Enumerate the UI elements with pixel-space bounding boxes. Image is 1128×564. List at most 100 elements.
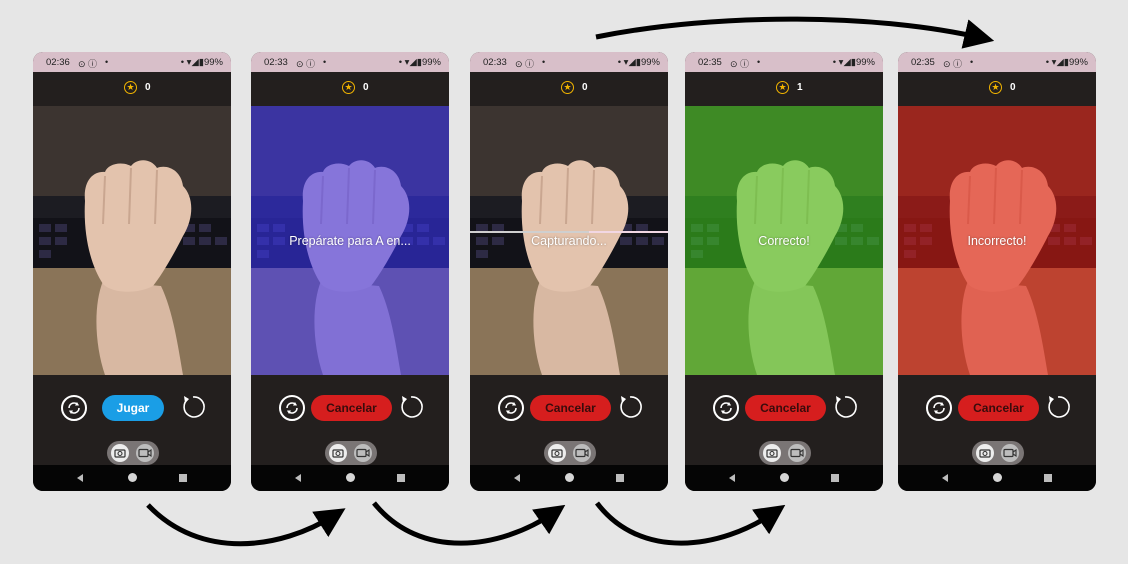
star-circle-icon: ★	[342, 81, 355, 94]
rotate-camera-icon[interactable]	[279, 395, 305, 421]
recent-apps-icon[interactable]	[179, 474, 187, 482]
camera-preview	[33, 106, 231, 375]
control-panel: Cancelar	[470, 375, 668, 465]
back-icon[interactable]	[77, 474, 83, 482]
status-bar: 02:35 ⊙ ⓘ • • ▾◢▮99%	[898, 52, 1096, 72]
camera-preview: Correcto!	[685, 106, 883, 375]
recent-apps-icon[interactable]	[831, 474, 839, 482]
status-dot: •	[180, 57, 185, 68]
status-bar: 02:35 ⊙ ⓘ • • ▾◢▮99%	[685, 52, 883, 72]
rotate-camera-icon[interactable]	[926, 395, 952, 421]
camera-icon[interactable]	[763, 444, 781, 462]
score-bar: ★ 0	[898, 72, 1096, 106]
signal-icon: ▾◢▮	[1051, 57, 1069, 68]
status-dot: •	[105, 57, 109, 67]
cancel-button[interactable]: Cancelar	[958, 395, 1039, 421]
nav-bar	[251, 465, 449, 491]
capture-mode-toggle	[107, 441, 159, 465]
reset-icon[interactable]	[1044, 393, 1072, 421]
cancel-button[interactable]: Cancelar	[745, 395, 826, 421]
status-message: Correcto!	[758, 234, 810, 248]
control-panel: Cancelar	[685, 375, 883, 465]
back-icon[interactable]	[942, 474, 948, 482]
status-time: 02:33	[264, 57, 288, 68]
recent-apps-icon[interactable]	[397, 474, 405, 482]
video-icon[interactable]	[788, 444, 806, 462]
nav-bar	[685, 465, 883, 491]
camera-icon[interactable]	[976, 444, 994, 462]
cancel-button[interactable]: Cancelar	[311, 395, 392, 421]
battery-level: 99%	[855, 57, 875, 68]
arrow-3-to-4	[595, 501, 786, 546]
status-right: • ▾◢▮99%	[618, 57, 660, 68]
reset-icon[interactable]	[179, 393, 207, 421]
status-dot: •	[542, 57, 546, 67]
score-bar: ★ 0	[33, 72, 231, 106]
rotate-camera-icon[interactable]	[498, 395, 524, 421]
notification-icon: ⊙ ⓘ	[296, 59, 316, 69]
back-icon[interactable]	[514, 474, 520, 482]
video-icon[interactable]	[1001, 444, 1019, 462]
home-icon[interactable]	[993, 473, 1002, 482]
home-icon[interactable]	[346, 473, 355, 482]
phone-screen-ready: 02:36 ⊙ ⓘ • • ▾◢▮99% ★ 0 Jugar	[33, 52, 231, 491]
control-panel: Cancelar	[898, 375, 1096, 465]
video-icon[interactable]	[136, 444, 154, 462]
status-message: Incorrecto!	[967, 234, 1027, 248]
score-bar: ★ 0	[251, 72, 449, 106]
cancel-button[interactable]: Cancelar	[530, 395, 611, 421]
score-value: 0	[582, 82, 588, 93]
control-panel: Cancelar	[251, 375, 449, 465]
status-dot: •	[970, 57, 974, 67]
arrow-2-to-3	[372, 501, 566, 546]
battery-level: 99%	[203, 57, 223, 68]
star-circle-icon: ★	[989, 81, 1002, 94]
camera-preview: Prepárate para A en...	[251, 106, 449, 375]
reset-icon[interactable]	[616, 393, 644, 421]
home-icon[interactable]	[565, 473, 574, 482]
video-icon[interactable]	[354, 444, 372, 462]
control-panel: Jugar	[33, 375, 231, 465]
capture-mode-toggle	[325, 441, 377, 465]
status-dot: •	[832, 57, 837, 68]
star-circle-icon: ★	[776, 81, 789, 94]
notification-icon: ⊙ ⓘ	[515, 59, 535, 69]
score-value: 0	[363, 82, 369, 93]
camera-icon[interactable]	[329, 444, 347, 462]
home-icon[interactable]	[128, 473, 137, 482]
score-value: 0	[145, 82, 151, 93]
status-right: • ▾◢▮99%	[399, 57, 441, 68]
signal-icon: ▾◢▮	[404, 57, 422, 68]
capture-progress-remaining	[589, 231, 668, 233]
reset-icon[interactable]	[397, 393, 425, 421]
recent-apps-icon[interactable]	[616, 474, 624, 482]
status-dot: •	[398, 57, 403, 68]
status-right: • ▾◢▮99%	[1046, 57, 1088, 68]
phone-screen-incorrect: 02:35 ⊙ ⓘ • • ▾◢▮99% ★ 0 Incorrecto! Can…	[898, 52, 1096, 491]
phone-screen-correct: 02:35 ⊙ ⓘ • • ▾◢▮99% ★ 1 Correcto! Cance…	[685, 52, 883, 491]
star-circle-icon: ★	[561, 81, 574, 94]
back-icon[interactable]	[295, 474, 301, 482]
video-icon[interactable]	[573, 444, 591, 462]
status-time: 02:36	[46, 57, 70, 68]
rotate-camera-icon[interactable]	[61, 395, 87, 421]
play-button[interactable]: Jugar	[102, 395, 164, 421]
status-right: • ▾◢▮99%	[181, 57, 223, 68]
recent-apps-icon[interactable]	[1044, 474, 1052, 482]
status-bar: 02:33 ⊙ ⓘ • • ▾◢▮99%	[470, 52, 668, 72]
reset-icon[interactable]	[831, 393, 859, 421]
back-icon[interactable]	[729, 474, 735, 482]
status-dot: •	[1045, 57, 1050, 68]
rotate-camera-icon[interactable]	[713, 395, 739, 421]
arrow-3-to-5	[595, 16, 995, 49]
score-bar: ★ 1	[685, 72, 883, 106]
home-icon[interactable]	[780, 473, 789, 482]
battery-level: 99%	[640, 57, 660, 68]
status-bar: 02:36 ⊙ ⓘ • • ▾◢▮99%	[33, 52, 231, 72]
status-time: 02:35	[698, 57, 722, 68]
status-dot: •	[757, 57, 761, 67]
capture-mode-toggle	[544, 441, 596, 465]
camera-icon[interactable]	[111, 444, 129, 462]
score-value: 0	[1010, 82, 1016, 93]
camera-icon[interactable]	[548, 444, 566, 462]
